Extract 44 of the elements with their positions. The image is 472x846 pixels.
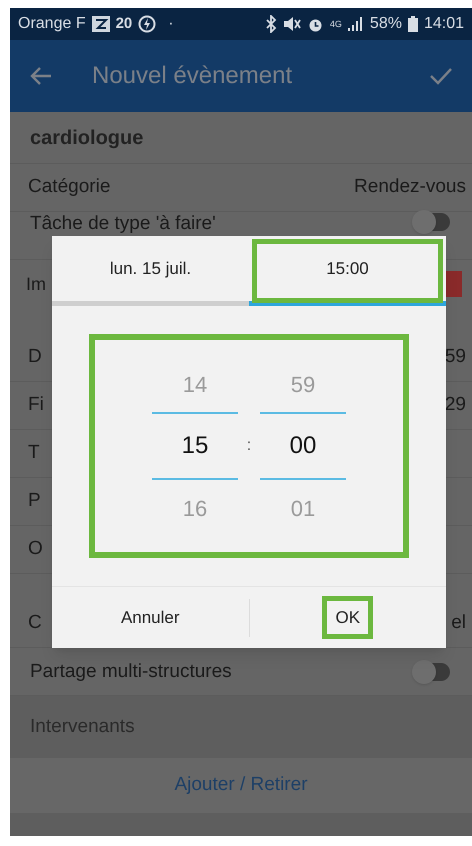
field-value[interactable]: 29 [444,391,466,420]
next-value[interactable]: 01 [290,480,316,536]
screen-title: Nouvel évènement [92,61,294,91]
dialog-button[interactable]: Annuler [108,596,193,640]
field-label: Im [26,272,46,296]
next-value[interactable]: 16 [182,480,208,536]
battery-percent: 58% [370,14,402,34]
network-type: 4G [330,20,342,28]
field-label: Fi [28,393,44,418]
selected-value[interactable]: 00 [290,414,316,478]
battery-icon [408,16,418,32]
carrier-name: Orange F [18,14,86,34]
field-label: C [28,611,42,636]
news-app-icon [92,16,110,32]
color-swatch[interactable] [446,271,462,297]
field-label: Catégorie [28,175,110,200]
dialog-tab[interactable]: 15:00 [249,236,446,306]
bluetooth-icon [264,15,277,33]
signal-icon [348,17,364,31]
field-value[interactable]: 59 [444,343,466,372]
field-label: O [28,537,43,562]
back-arrow-icon[interactable] [30,66,52,86]
dialog-tab[interactable]: lun. 15 juil. [52,236,249,306]
dialog-button[interactable]: OK [322,596,374,640]
clock-time: 14:01 [424,14,464,34]
field-label: Partage multi-structures [30,660,232,682]
time-separator: : [246,436,252,456]
field-label: D [28,345,42,370]
field-label: T [28,441,40,466]
event-title: cardiologue [30,126,144,150]
checkmark-icon[interactable] [430,67,452,85]
field-value[interactable]: Rendez-vous [354,173,466,202]
lightning-circle-icon [138,15,156,33]
selected-value[interactable]: 15 [182,414,208,478]
field-label: Tâche de type 'à faire' [30,213,216,235]
previous-value[interactable]: 14 [182,356,208,412]
add-remove-link[interactable]: Ajouter / Retirer [174,771,308,800]
previous-value[interactable]: 59 [290,356,316,412]
time-wheel-picker[interactable]: 14 15 16 : 59 00 01 [89,334,409,558]
badge-text: 20 [116,14,132,34]
field-label: P [28,489,41,514]
field-value[interactable]: el [451,609,466,638]
status-dot: · [168,14,174,34]
muted-speaker-icon [282,16,301,32]
